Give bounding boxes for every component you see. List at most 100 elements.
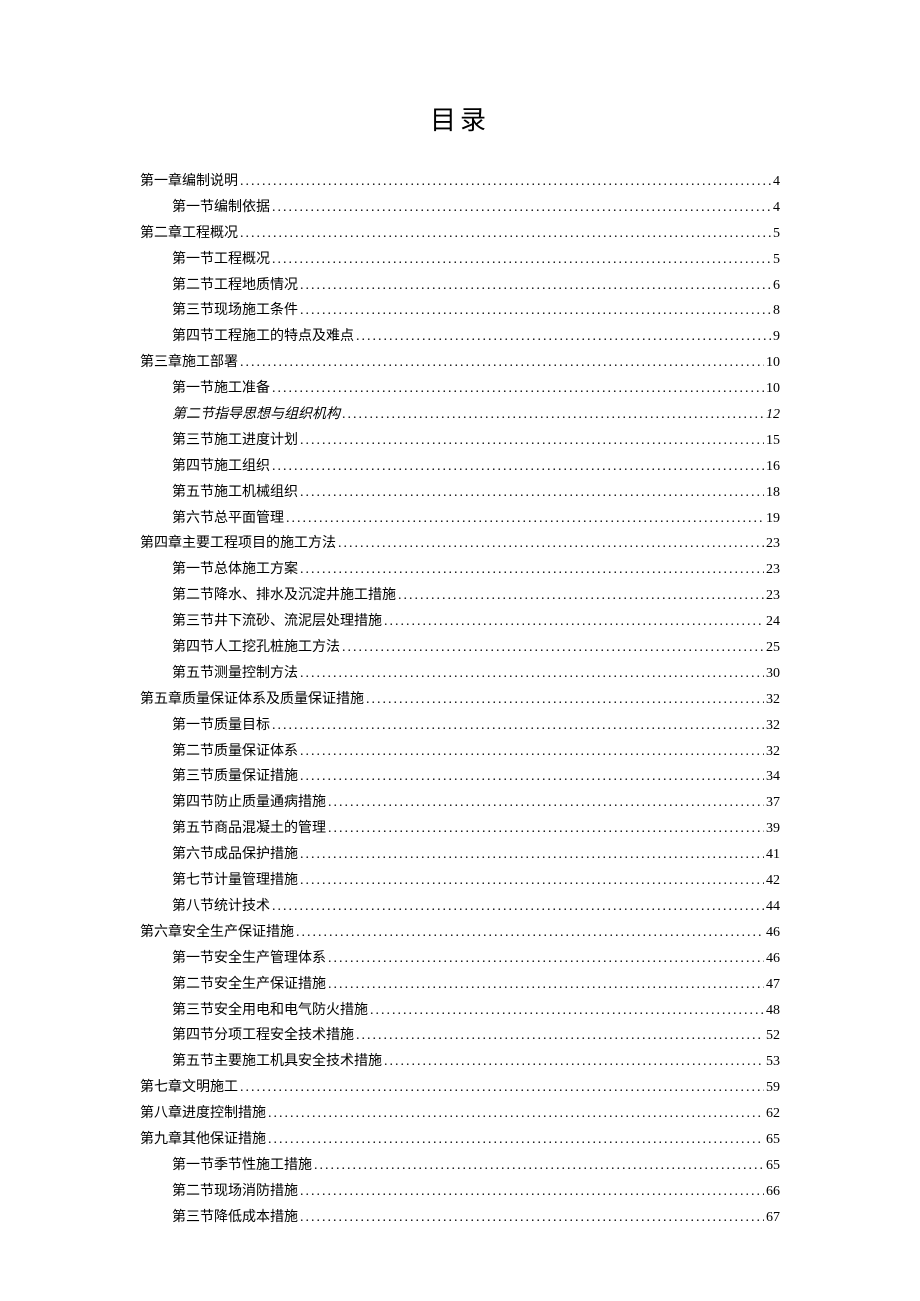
- toc-entry-label: 第三节安全用电和电气防火措施: [172, 998, 368, 1024]
- toc-entry-page: 62: [764, 1101, 780, 1127]
- toc-leader-dots: [238, 1075, 764, 1101]
- toc-entry-label: 第一节工程概况: [172, 247, 270, 273]
- toc-leader-dots: [298, 428, 764, 454]
- toc-leader-dots: [298, 1179, 764, 1205]
- toc-entry-label: 第二节工程地质情况: [172, 273, 298, 299]
- toc-leader-dots: [270, 247, 771, 273]
- toc-entry: 第四节施工组织16: [140, 454, 780, 480]
- toc-entry-label: 第三章施工部署: [140, 350, 238, 376]
- toc-entry: 第四节人工挖孔桩施工方法25: [140, 635, 780, 661]
- toc-entry-page: 47: [764, 972, 780, 998]
- toc-leader-dots: [270, 713, 764, 739]
- toc-entry-label: 第三节降低成本措施: [172, 1205, 298, 1231]
- toc-leader-dots: [298, 661, 764, 687]
- toc-entry-page: 4: [771, 169, 780, 195]
- toc-entry: 第一节施工准备10: [140, 376, 780, 402]
- toc-entry-page: 5: [771, 221, 780, 247]
- toc-entry: 第八章进度控制措施 62: [140, 1101, 780, 1127]
- toc-entry-label: 第五章质量保证体系及质量保证措施: [140, 687, 364, 713]
- toc-leader-dots: [340, 402, 764, 428]
- toc-entry-label: 第九章其他保证措施: [140, 1127, 266, 1153]
- toc-entry-page: 48: [764, 998, 780, 1024]
- toc-entry: 第五节施工机械组织18: [140, 480, 780, 506]
- toc-entry-page: 44: [764, 894, 780, 920]
- toc-entry-label: 第二节安全生产保证措施: [172, 972, 326, 998]
- toc-entry-label: 第一节安全生产管理体系: [172, 946, 326, 972]
- toc-entry-label: 第三节井下流砂、流泥层处理措施: [172, 609, 382, 635]
- toc-entry-label: 第二章工程概况: [140, 221, 238, 247]
- toc-entry-label: 第一节季节性施工措施: [172, 1153, 312, 1179]
- toc-entry-label: 第八章进度控制措施: [140, 1101, 266, 1127]
- toc-leader-dots: [382, 1049, 764, 1075]
- toc-entry: 第六节总平面管理 19: [140, 506, 780, 532]
- toc-entry: 第八节统计技术 44: [140, 894, 780, 920]
- toc-entry-page: 65: [764, 1153, 780, 1179]
- toc-leader-dots: [396, 583, 764, 609]
- toc-entry-page: 30: [764, 661, 780, 687]
- toc-leader-dots: [270, 195, 771, 221]
- toc-leader-dots: [238, 169, 771, 195]
- toc-entry-page: 52: [764, 1023, 780, 1049]
- toc-entry-label: 第六节成品保护措施: [172, 842, 298, 868]
- toc-entry-page: 41: [764, 842, 780, 868]
- toc-entry: 第四章主要工程项目的施工方法23: [140, 531, 780, 557]
- toc-entry-page: 10: [764, 350, 780, 376]
- toc-entry-page: 23: [764, 583, 780, 609]
- toc-entry-label: 第一节编制依据: [172, 195, 270, 221]
- toc-entry-label: 第三节现场施工条件: [172, 298, 298, 324]
- toc-entry-page: 19: [764, 506, 780, 532]
- toc-entry: 第一节安全生产管理体系46: [140, 946, 780, 972]
- toc-entry-label: 第五节测量控制方法: [172, 661, 298, 687]
- toc-leader-dots: [294, 920, 764, 946]
- toc-leader-dots: [382, 609, 764, 635]
- toc-entry: 第二节工程地质情况6: [140, 273, 780, 299]
- toc-entry-page: 23: [764, 557, 780, 583]
- toc-entry-label: 第五节施工机械组织: [172, 480, 298, 506]
- toc-leader-dots: [298, 739, 764, 765]
- toc-entry-page: 4: [771, 195, 780, 221]
- toc-entry-label: 第五节商品混凝土的管理: [172, 816, 326, 842]
- toc-entry: 第二节指导思想与组织机构12: [140, 402, 780, 428]
- toc-entry: 第二节降水、排水及沉淀井施工措施23: [140, 583, 780, 609]
- toc-entry: 第二节现场消防措施66: [140, 1179, 780, 1205]
- toc-entry-page: 53: [764, 1049, 780, 1075]
- toc-entry-page: 32: [764, 739, 780, 765]
- toc-entry-page: 12: [764, 402, 780, 428]
- toc-leader-dots: [298, 298, 771, 324]
- toc-entry-label: 第八节统计技术: [172, 894, 270, 920]
- toc-entry-page: 8: [771, 298, 780, 324]
- toc-entry-label: 第四节人工挖孔桩施工方法: [172, 635, 340, 661]
- toc-leader-dots: [284, 506, 764, 532]
- toc-entry-label: 第七章文明施工: [140, 1075, 238, 1101]
- toc-entry-page: 10: [764, 376, 780, 402]
- toc-leader-dots: [298, 842, 764, 868]
- toc-entry-label: 第六节总平面管理: [172, 506, 284, 532]
- toc-entry-label: 第四节防止质量通病措施: [172, 790, 326, 816]
- toc-entry-page: 16: [764, 454, 780, 480]
- toc-entry: 第一节总体施工方案 23: [140, 557, 780, 583]
- toc-leader-dots: [266, 1101, 764, 1127]
- toc-entry: 第四节防止质量通病措施37: [140, 790, 780, 816]
- toc-entry-page: 32: [764, 713, 780, 739]
- toc-entry-label: 第一节总体施工方案: [172, 557, 298, 583]
- toc-entry: 第四节工程施工的特点及难点9: [140, 324, 780, 350]
- toc-entry: 第一节季节性施工措施 65: [140, 1153, 780, 1179]
- toc-entry: 第九章其他保证措施65: [140, 1127, 780, 1153]
- toc-entry: 第五章质量保证体系及质量保证措施32: [140, 687, 780, 713]
- toc-entry-page: 23: [764, 531, 780, 557]
- toc-leader-dots: [238, 221, 771, 247]
- toc-entry: 第二节质量保证体系32: [140, 739, 780, 765]
- toc-entry-page: 59: [764, 1075, 780, 1101]
- toc-entry-label: 第四节分项工程安全技术措施: [172, 1023, 354, 1049]
- toc-leader-dots: [298, 1205, 764, 1231]
- toc-entry: 第四节分项工程安全技术措施 52: [140, 1023, 780, 1049]
- toc-entry-label: 第六章安全生产保证措施: [140, 920, 294, 946]
- toc-entry: 第五节商品混凝土的管理 39: [140, 816, 780, 842]
- toc-leader-dots: [354, 1023, 764, 1049]
- toc-entry-page: 9: [771, 324, 780, 350]
- toc-leader-dots: [298, 273, 771, 299]
- toc-entry-label: 第二节现场消防措施: [172, 1179, 298, 1205]
- toc-entry-page: 5: [771, 247, 780, 273]
- toc-entry-page: 39: [764, 816, 780, 842]
- toc-leader-dots: [336, 531, 764, 557]
